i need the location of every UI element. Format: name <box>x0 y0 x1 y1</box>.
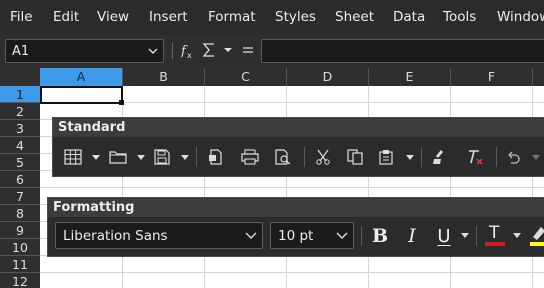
column-header-c[interactable]: C <box>205 68 287 86</box>
font-color-glyph: T <box>489 223 500 243</box>
chevron-down-icon[interactable] <box>336 231 348 241</box>
row-header-8[interactable]: 8 <box>0 205 40 222</box>
menu-styles[interactable]: Styles <box>275 9 316 25</box>
row-header-10[interactable]: 10 <box>0 239 40 256</box>
bold-glyph: B <box>371 225 389 247</box>
row-header-12[interactable]: 12 <box>0 273 40 288</box>
column-header-b[interactable]: B <box>123 68 205 86</box>
export-pdf-icon[interactable] <box>205 145 227 169</box>
standard-toolbar: Standard <box>52 117 544 177</box>
clear-formatting-icon[interactable] <box>464 145 486 169</box>
row-header-11[interactable]: 11 <box>0 256 40 273</box>
menu-tools[interactable]: Tools <box>443 9 476 25</box>
font-size-value: 10 pt <box>278 228 314 244</box>
chevron-down-icon[interactable] <box>460 231 470 241</box>
print-icon[interactable] <box>239 145 261 169</box>
chevron-down-icon[interactable] <box>180 153 190 163</box>
row-header-7[interactable]: 7 <box>0 188 40 205</box>
chevron-down-icon[interactable] <box>224 46 232 54</box>
menu-bar: File Edit View Insert Format Styles Shee… <box>0 0 544 34</box>
table-icon[interactable] <box>62 145 84 169</box>
row-header-3[interactable]: 3 <box>0 120 40 137</box>
cell-cursor[interactable] <box>40 86 123 104</box>
chevron-down-icon[interactable] <box>512 231 522 241</box>
font-name-value: Liberation Sans <box>63 228 168 244</box>
chevron-down-icon[interactable] <box>405 153 415 163</box>
highlight-icon[interactable] <box>529 224 544 248</box>
menu-window[interactable]: Window <box>497 9 544 25</box>
name-box-value: A1 <box>12 44 30 59</box>
separator <box>361 226 362 246</box>
chevron-down-icon[interactable] <box>91 153 101 163</box>
save-icon[interactable] <box>151 145 173 169</box>
svg-text:x: x <box>187 51 192 59</box>
autofill-handle[interactable] <box>119 100 124 105</box>
chevron-down-icon[interactable] <box>136 153 146 163</box>
menu-view[interactable]: View <box>97 9 129 25</box>
row-header-4[interactable]: 4 <box>0 137 40 154</box>
column-header-a[interactable]: A <box>40 68 123 86</box>
row-header-9[interactable]: 9 <box>0 222 40 239</box>
row-header-2[interactable]: 2 <box>0 103 40 120</box>
separator <box>476 226 477 246</box>
menu-edit[interactable]: Edit <box>53 9 79 25</box>
gridline <box>40 272 544 273</box>
underline-glyph: U <box>437 225 451 247</box>
toolbar-title[interactable]: Standard <box>53 118 544 137</box>
font-color-icon[interactable]: T <box>483 223 507 248</box>
italic-icon[interactable]: I <box>400 224 424 248</box>
open-folder-icon[interactable] <box>107 145 129 169</box>
formatting-toolbar: Formatting Liberation Sans 10 pt B I U T <box>47 197 544 257</box>
name-box[interactable]: A1 <box>5 39 164 63</box>
formula-input[interactable] <box>261 39 544 63</box>
menu-file[interactable]: File <box>10 9 33 25</box>
separator <box>196 147 197 167</box>
column-header-f[interactable]: F <box>451 68 533 86</box>
separator <box>304 147 305 167</box>
row-header-5[interactable]: 5 <box>0 154 40 171</box>
column-header-d[interactable]: D <box>287 68 369 86</box>
row-header-6[interactable]: 6 <box>0 171 40 188</box>
chevron-down-icon[interactable] <box>147 45 159 57</box>
font-size-box[interactable]: 10 pt <box>270 222 354 249</box>
menu-insert[interactable]: Insert <box>149 9 188 25</box>
formula-bar: A1 fx <box>0 34 544 68</box>
chevron-down-icon <box>531 153 541 163</box>
chevron-down-icon[interactable] <box>245 231 257 241</box>
column-header-g[interactable] <box>533 68 544 86</box>
font-color-swatch <box>485 242 505 246</box>
copy-icon[interactable] <box>344 145 366 169</box>
print-preview-icon[interactable] <box>272 145 294 169</box>
bold-icon[interactable]: B <box>368 224 392 248</box>
menu-sheet[interactable]: Sheet <box>335 9 374 25</box>
column-header-e[interactable]: E <box>369 68 451 86</box>
clone-formatting-icon[interactable] <box>429 145 451 169</box>
row-header-1[interactable]: 1 <box>0 86 40 103</box>
column-headers: A B C D E F <box>0 68 544 86</box>
highlight-swatch <box>530 242 544 246</box>
menu-data[interactable]: Data <box>393 9 425 25</box>
cut-icon[interactable] <box>312 145 334 169</box>
paste-icon[interactable] <box>375 145 397 169</box>
undo-icon[interactable] <box>502 145 524 169</box>
italic-glyph: I <box>408 225 416 247</box>
menu-format[interactable]: Format <box>208 9 256 25</box>
sum-icon[interactable] <box>202 42 216 58</box>
toolbar-title[interactable]: Formatting <box>48 198 544 217</box>
separator <box>421 147 422 167</box>
function-wizard-icon[interactable]: fx <box>181 43 195 59</box>
font-name-box[interactable]: Liberation Sans <box>55 222 263 249</box>
gridline <box>40 187 544 188</box>
separator <box>496 147 497 167</box>
separator <box>172 43 173 59</box>
underline-icon[interactable]: U <box>432 224 456 248</box>
equals-icon[interactable] <box>242 42 254 58</box>
